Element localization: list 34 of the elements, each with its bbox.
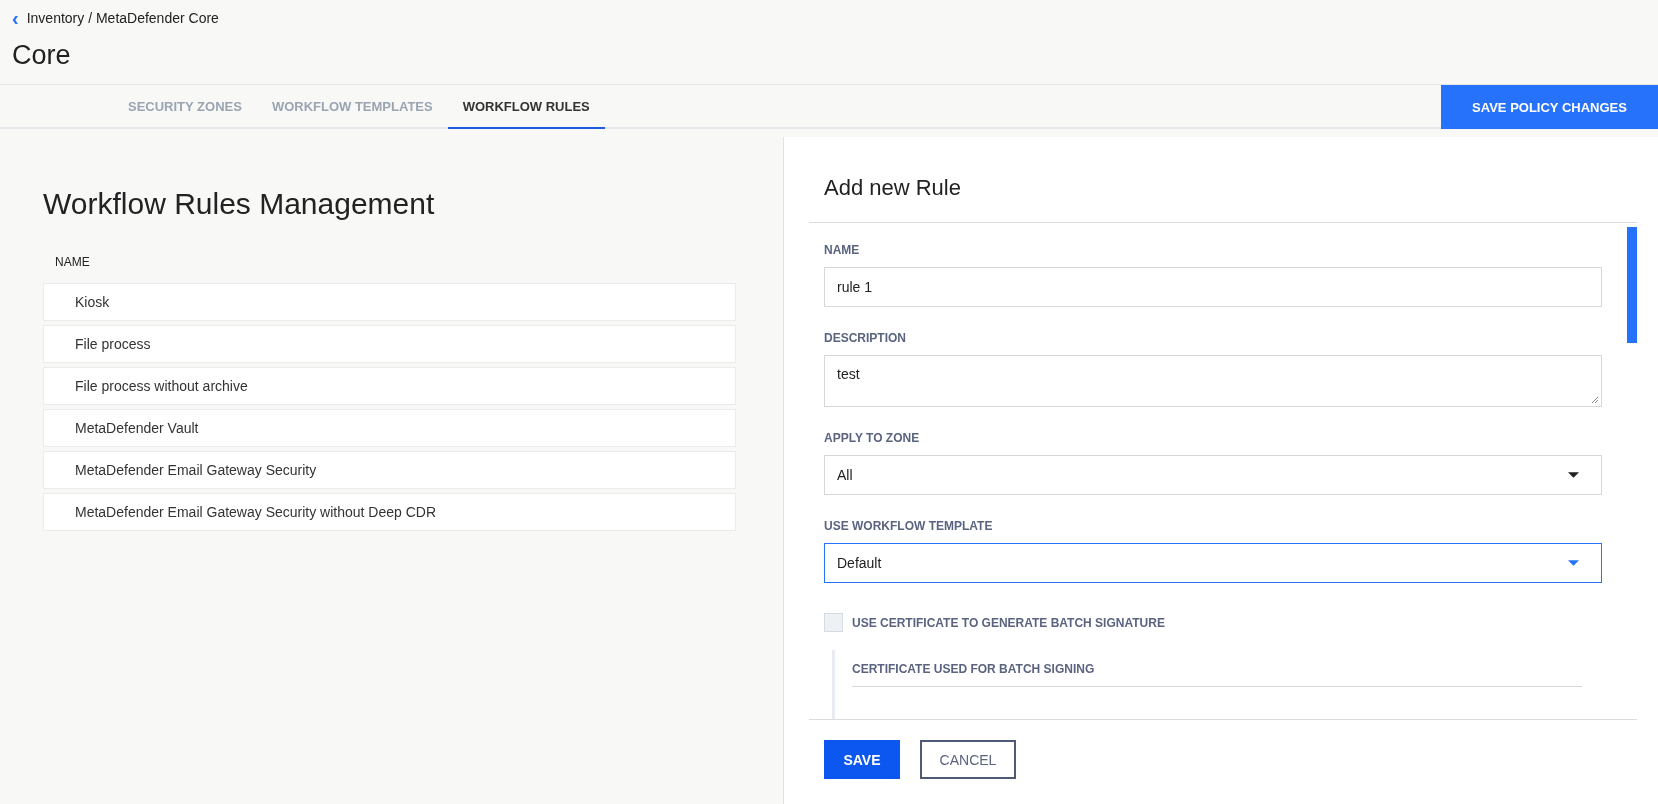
caret-icon <box>1568 472 1579 478</box>
rule-row[interactable]: MetaDefender Email Gateway Security <box>43 451 736 489</box>
save-button[interactable]: SAVE <box>824 740 900 779</box>
save-policy-button[interactable]: SAVE POLICY CHANGES <box>1441 85 1658 129</box>
back-icon[interactable]: ‹ <box>12 10 19 26</box>
description-textarea[interactable]: test <box>824 355 1602 407</box>
select-dropdown[interactable]: Default <box>824 543 1602 583</box>
checkbox[interactable] <box>824 613 843 632</box>
page-title: Core <box>12 40 72 71</box>
panel-title: Workflow Rules Management <box>43 187 436 221</box>
textarea-value: test <box>837 366 860 382</box>
name-input[interactable]: rule 1 <box>824 267 1602 307</box>
rule-row[interactable]: File process <box>43 325 736 363</box>
rule-row[interactable]: MetaDefender Email Gateway Security without Deep CDR <box>43 493 736 531</box>
column-header: NAME <box>54 255 91 271</box>
field-label: APPLY TO ZONE <box>824 431 921 445</box>
scrollbar-thumb[interactable] <box>1627 227 1637 343</box>
rule-row[interactable]: MetaDefender Vault <box>43 409 736 447</box>
tab[interactable]: WORKFLOW RULES <box>447 85 605 129</box>
field-label: NAME <box>824 243 861 257</box>
select-value: All <box>837 467 853 483</box>
field-label: USE WORKFLOW TEMPLATE <box>824 519 994 533</box>
rule-row[interactable]: File process without archive <box>43 367 736 405</box>
select-dropdown[interactable]: All <box>824 455 1602 495</box>
select-value: Default <box>837 555 882 571</box>
resize-grip-icon[interactable] <box>1591 396 1599 404</box>
form-title: Add new Rule <box>809 137 1637 223</box>
cancel-button[interactable]: CANCEL <box>920 740 1016 779</box>
caret-icon <box>1568 560 1579 566</box>
rule-row[interactable]: Kiosk <box>43 283 736 321</box>
checkbox-label: USE CERTIFICATE TO GENERATE BATCH SIGNATURE <box>852 615 1165 630</box>
field-label: DESCRIPTION <box>824 331 907 345</box>
breadcrumb-link[interactable]: Inventory / MetaDefender Core <box>26 10 219 26</box>
field-label: CERTIFICATE USED FOR BATCH SIGNING <box>852 662 1096 676</box>
